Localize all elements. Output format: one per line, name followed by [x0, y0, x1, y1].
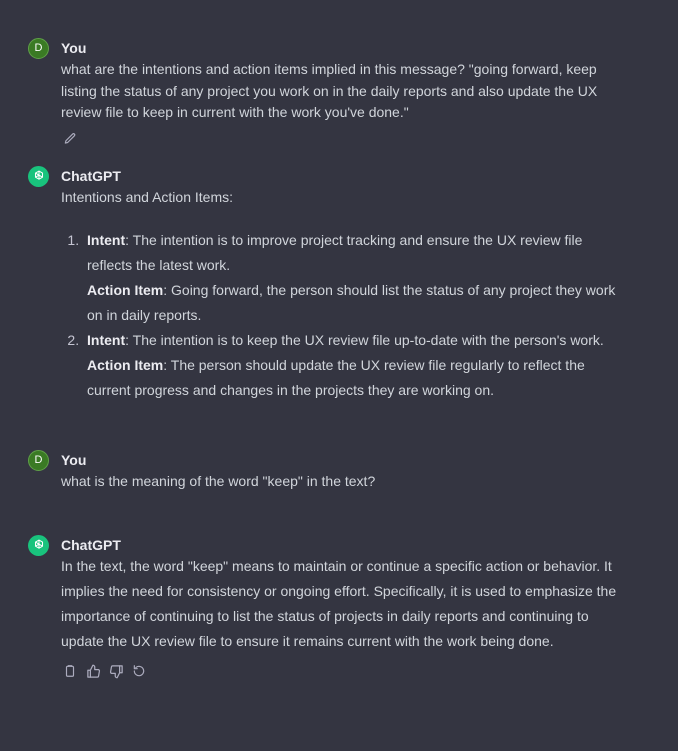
message-text: In the text, the word "keep" means to ma…: [61, 558, 617, 649]
list-item: Intent: The intention is to keep the UX …: [83, 328, 618, 403]
intent-text: : The intention is to keep the UX review…: [125, 332, 604, 348]
message-header: ChatGPT: [28, 534, 618, 556]
message-header: ChatGPT: [28, 165, 618, 187]
user-message-1: D You what are the intentions and action…: [28, 37, 618, 151]
regenerate-icon[interactable]: [130, 662, 148, 680]
message-header: D You: [28, 449, 618, 471]
author-name: ChatGPT: [61, 537, 121, 553]
clipboard-icon[interactable]: [61, 662, 79, 680]
action-item-text: : Going forward, the person should list …: [87, 282, 616, 323]
intent-text: : The intention is to improve project tr…: [87, 232, 583, 273]
message-body: Intentions and Action Items: Intent: The…: [61, 185, 618, 403]
intentions-list: Intent: The intention is to improve proj…: [61, 228, 618, 403]
message-header: D You: [28, 37, 618, 59]
intent-label: Intent: [87, 332, 126, 348]
pencil-icon[interactable]: [61, 130, 79, 148]
thumbs-up-icon[interactable]: [84, 662, 102, 680]
action-item-label: Action Item: [87, 282, 164, 298]
openai-logo-icon: [28, 534, 49, 556]
action-item-label: Action Item: [87, 357, 164, 373]
user-avatar: D: [28, 449, 49, 471]
user-message-2: D You what is the meaning of the word "k…: [28, 449, 618, 493]
author-name: You: [61, 452, 87, 468]
message-text: what are the intentions and action items…: [61, 61, 598, 120]
avatar-letter: D: [34, 454, 43, 466]
message-text: what is the meaning of the word "keep" i…: [61, 473, 376, 489]
openai-logo-icon: [28, 165, 49, 187]
intro-text: Intentions and Action Items:: [61, 189, 233, 205]
list-item: Intent: The intention is to improve proj…: [83, 228, 618, 328]
message-actions: [61, 662, 618, 680]
avatar-letter: D: [34, 42, 43, 54]
intent-label: Intent: [87, 232, 126, 248]
user-avatar: D: [28, 37, 49, 59]
assistant-message-1: ChatGPT Intentions and Action Items: Int…: [28, 165, 618, 403]
thumbs-down-icon[interactable]: [107, 662, 125, 680]
assistant-message-2: ChatGPT In the text, the word "keep" mea…: [28, 534, 618, 680]
author-name: You: [61, 40, 87, 56]
author-name: ChatGPT: [61, 168, 121, 184]
